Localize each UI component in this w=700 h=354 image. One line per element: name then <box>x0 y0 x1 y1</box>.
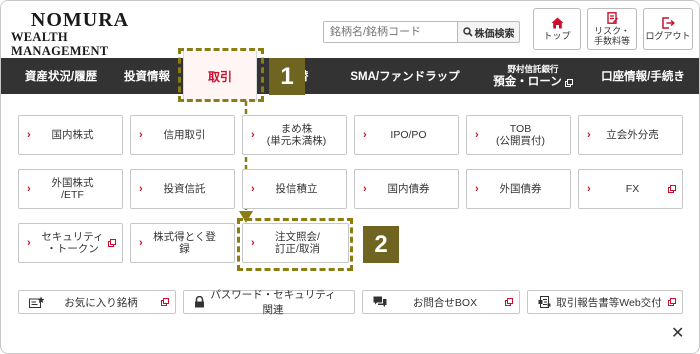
external-link-icon <box>564 78 573 87</box>
chevron-right-icon: › <box>475 129 479 141</box>
main-nav: 資産状況/履歴 投資情報 振替 SMA/ファンドラップ 野村信託銀行 預金・ロー… <box>1 58 699 94</box>
chat-bubble-icon <box>373 296 387 307</box>
nav-label: 投資情報 <box>124 71 170 83</box>
chevron-right-icon: › <box>251 183 255 195</box>
risk-fees-button[interactable]: リスク・ 手数料等 <box>587 8 637 50</box>
nomura-logo[interactable]: NOMURA WEALTH MANAGEMENT <box>11 9 161 58</box>
home-icon <box>551 17 563 29</box>
grid-button-foreign-bonds[interactable]: › 外国債券 <box>466 169 571 209</box>
logo-bottom-text: WEALTH MANAGEMENT <box>11 30 109 58</box>
logout-label: ログアウト <box>645 31 691 41</box>
search-icon <box>462 27 473 37</box>
chevron-right-icon: › <box>251 237 255 249</box>
trade-report-web-button[interactable]: 取引報告書等Web交付 <box>527 290 683 314</box>
chevron-right-icon: › <box>587 129 591 141</box>
chevron-right-icon: › <box>363 129 367 141</box>
top-button-label: トップ <box>543 31 571 41</box>
chevron-right-icon: › <box>251 129 255 141</box>
grid-button-domestic-stocks[interactable]: › 国内株式 <box>18 115 123 155</box>
grid-button-domestic-bonds[interactable]: › 国内債券 <box>354 169 459 209</box>
header: NOMURA WEALTH MANAGEMENT 株価検索 トップ リスク・ 手… <box>1 1 699 58</box>
nav-label: 取引 <box>207 69 232 84</box>
search-input[interactable] <box>323 21 458 43</box>
password-security-button[interactable]: パスワード・セキュリティ関連 <box>183 289 355 316</box>
grid-button-investment-trust[interactable]: › 投資信託 <box>130 169 235 209</box>
nav-bank-main-label: 預金・ローン <box>493 76 562 88</box>
nav-bank-small-label: 野村信託銀行 <box>507 64 559 74</box>
close-icon[interactable]: ✕ <box>671 323 684 343</box>
favorites-button[interactable]: お気に入り銘柄 <box>18 290 176 314</box>
external-link-icon <box>668 298 676 306</box>
stock-search-button[interactable]: 株価検索 <box>458 21 520 43</box>
nav-label: 口座情報/手続き <box>601 71 685 83</box>
lock-icon <box>195 296 204 308</box>
grid-button-tob[interactable]: › TOB (公開買付) <box>466 115 571 155</box>
nav-item-investment-info[interactable]: 投資情報 <box>113 58 181 94</box>
chevron-right-icon: › <box>139 183 143 195</box>
password-security-label: パスワード・セキュリティ関連 <box>210 289 336 316</box>
nav-item-bank-deposit-loan[interactable]: 野村信託銀行 預金・ローン <box>479 58 587 94</box>
chevron-right-icon: › <box>139 237 143 249</box>
inquiry-box-button[interactable]: お問合せBOX <box>362 290 520 314</box>
grid-button-off-floor-distribution[interactable]: › 立会外分売 <box>578 115 683 155</box>
chevron-right-icon: › <box>363 183 367 195</box>
nav-label: 資産状況/履歴 <box>24 71 98 83</box>
chevron-right-icon: › <box>27 129 31 141</box>
annotation-badge-1: 1 <box>269 58 305 95</box>
annotation-badge-2: 2 <box>363 226 399 263</box>
logout-icon <box>661 17 675 29</box>
nav-item-account-info[interactable]: 口座情報/手続き <box>591 58 695 94</box>
chevron-right-icon: › <box>587 183 591 195</box>
logo-top-text: NOMURA <box>30 9 130 31</box>
top-button[interactable]: トップ <box>533 8 581 50</box>
grid-button-fx[interactable]: › FX <box>578 169 683 209</box>
nav-item-trade[interactable]: 取引 <box>183 51 257 101</box>
grid-button-mame-kabu[interactable]: › まめ株 (単元未満株) <box>242 115 347 155</box>
grid-button-security-token[interactable]: › セキュリティ ・トークン <box>18 223 123 263</box>
favorite-star-icon <box>29 296 45 308</box>
external-link-icon <box>668 185 676 193</box>
logout-button[interactable]: ログアウト <box>643 8 693 50</box>
nav-item-sma-fundwrap[interactable]: SMA/ファンドラップ <box>335 58 475 94</box>
stock-search-label: 株価検索 <box>474 28 515 40</box>
chevron-right-icon: › <box>27 237 31 249</box>
app-frame: NOMURA WEALTH MANAGEMENT 株価検索 トップ リスク・ 手… <box>0 0 700 354</box>
chevron-right-icon: › <box>139 129 143 141</box>
trade-report-web-label: 取引報告書等Web交付 <box>556 296 662 309</box>
grid-button-order-inquiry[interactable]: › 注文照会/ 訂正/取消 <box>242 223 349 263</box>
nav-item-assets-history[interactable]: 資産状況/履歴 <box>9 58 113 94</box>
external-link-icon <box>161 298 169 306</box>
chevron-right-icon: › <box>27 183 31 195</box>
grid-button-margin-trading[interactable]: › 信用取引 <box>130 115 235 155</box>
external-link-icon <box>505 298 513 306</box>
nav-label: SMA/ファンドラップ <box>350 71 460 83</box>
chevron-right-icon: › <box>475 183 479 195</box>
grid-button-kabushiki-toku-registration[interactable]: › 株式得とく登録 <box>130 223 235 263</box>
grid-button-foreign-stocks-etf[interactable]: › 外国株式 /ETF <box>18 169 123 209</box>
risk-fees-label: リスク・ 手数料等 <box>593 26 630 46</box>
external-link-icon <box>108 239 116 247</box>
grid-button-trust-accumulation[interactable]: › 投信積立 <box>242 169 347 209</box>
document-web-icon <box>538 296 551 308</box>
grid-button-ipo-po[interactable]: › IPO/PO <box>354 115 459 155</box>
document-icon <box>606 12 618 24</box>
